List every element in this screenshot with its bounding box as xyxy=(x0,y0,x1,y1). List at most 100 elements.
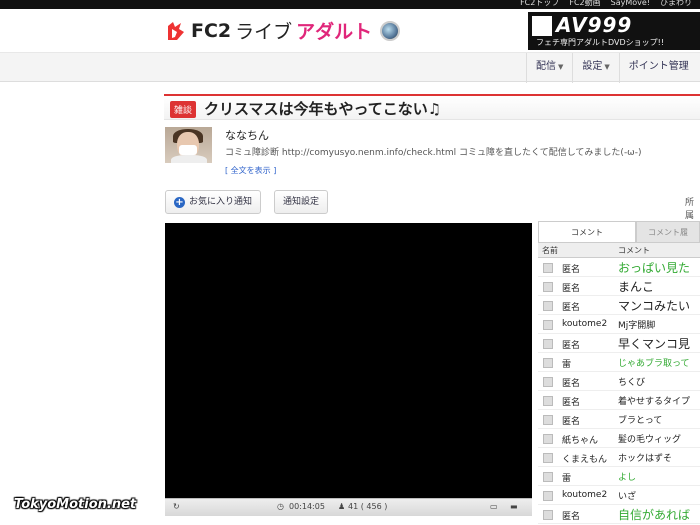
stream-title-bar: 雑談 クリスマスは今年もやってこない♫ xyxy=(164,94,700,120)
top-link-saymove[interactable]: SayMove! xyxy=(611,0,650,9)
favorite-notify-button[interactable]: + お気に入り通知 xyxy=(165,190,262,214)
player-control-bar: ↻ ◷ 00:14:05 ♟ 41 ( 456 ) ▭ ▬ xyxy=(165,498,532,516)
chat-comment: 自信があれば xyxy=(618,508,691,522)
elapsed-time: 00:14:05 xyxy=(289,502,325,511)
broadcaster-name: ななちん xyxy=(225,129,269,142)
reload-icon[interactable]: ↻ xyxy=(173,502,180,511)
user-icon xyxy=(543,396,553,406)
chat-user-name[interactable]: 雷 xyxy=(562,471,571,484)
affiliation-label: 所属 xyxy=(685,198,695,221)
screen-icon[interactable]: ▭ xyxy=(490,502,498,511)
top-link-fc2-douga[interactable]: FC2動画 xyxy=(569,0,600,9)
user-icon xyxy=(543,510,553,520)
broadcaster-description: コミュ障診断 http://comyusyo.nenm.info/check.h… xyxy=(225,148,642,158)
site-logo[interactable]: FC2 ライブ アダルト xyxy=(165,17,401,44)
chevron-down-icon: ▼ xyxy=(558,63,564,71)
chat-row: 雷 じゃあブラ取って xyxy=(538,353,700,372)
chat-row: 雷 よし xyxy=(538,467,700,486)
chat-row: 匿名 着やせするタイプ xyxy=(538,391,700,410)
user-icon xyxy=(543,358,553,368)
category-badge: 雑談 xyxy=(170,101,197,118)
logo-live: ライブ xyxy=(235,21,293,43)
user-icon xyxy=(543,263,553,273)
chat-row: koutome2 いざ xyxy=(538,486,700,505)
user-icon xyxy=(543,434,553,444)
chat-row: くまえもん ホックはずそ xyxy=(538,448,700,467)
nav-point-button[interactable]: ポイント管理 xyxy=(618,53,698,83)
user-icon xyxy=(543,339,553,349)
tab-comment[interactable]: コメント xyxy=(538,221,636,242)
fc2-logo-icon xyxy=(168,21,184,40)
chat-comment: 着やせするタイプ xyxy=(618,397,691,407)
top-links: FC2トップ FC2動画 SayMove! ひまわり xyxy=(520,0,700,9)
chat-comment: ホックはずそ xyxy=(618,454,673,464)
expand-icon[interactable]: ▬ xyxy=(510,502,518,511)
chat-comment: まんこ xyxy=(618,280,655,294)
clock-icon: ◷ xyxy=(277,502,284,511)
user-icon xyxy=(543,453,553,463)
chat-user-name[interactable]: 雷 xyxy=(562,357,571,370)
col-comment: コメント xyxy=(618,246,650,255)
chat-row: 匿名 マンコみたい xyxy=(538,296,700,315)
chat-comment: ブラとって xyxy=(618,416,663,426)
chat-comment: 早くマンコ見 xyxy=(618,337,691,351)
notify-settings-label: 通知設定 xyxy=(283,197,320,207)
chat-user-name[interactable]: 匿名 xyxy=(562,300,580,313)
chat-row: koutome2 Mj字開脚 xyxy=(538,315,700,334)
notify-settings-button[interactable]: 通知設定 xyxy=(274,190,329,214)
chat-row: 匿名 ブラとって xyxy=(538,410,700,429)
chat-comment: じゃあブラ取って xyxy=(618,359,690,369)
user-icon xyxy=(543,472,553,482)
chat-list: 匿名 おっぱい見た 匿名 まんこ 匿名 マンコみたい koutome2 Mj字開脚 匿名 早くマン… xyxy=(538,258,700,524)
chat-row: 紙ちゃん 髪の毛ウィッグ xyxy=(538,429,700,448)
chat-user-name[interactable]: 匿名 xyxy=(562,338,580,351)
user-icon xyxy=(543,415,553,425)
chat-user-name[interactable]: 紙ちゃん xyxy=(562,433,598,446)
user-icon xyxy=(543,320,553,330)
chat-user-name[interactable]: 匿名 xyxy=(562,281,580,294)
chevron-down-icon: ▼ xyxy=(604,63,610,71)
nav-bar: 配信 ▼ 設定 ▼ ポイント管理 xyxy=(0,52,700,83)
chat-user-name[interactable]: 匿名 xyxy=(562,395,580,408)
chat-comment: おっぱい見た xyxy=(618,261,691,275)
ad-title: AV999 xyxy=(556,13,633,37)
tab-comment-history[interactable]: コメント履 xyxy=(636,221,700,242)
nav-settei-menu[interactable]: 設定 ▼ xyxy=(572,53,618,83)
person-icon: ♟ xyxy=(338,502,346,511)
chat-header: 名前 コメント xyxy=(538,242,700,258)
top-link-himawari[interactable]: ひまわり xyxy=(660,0,692,9)
chat-comment: Mj字開脚 xyxy=(618,321,656,331)
chat-row: 匿名 自信があれば xyxy=(538,505,700,524)
webcam-icon xyxy=(380,20,401,41)
chat-comment: よし xyxy=(618,473,637,483)
nav-settei-label: 設定 xyxy=(582,61,603,72)
chat-user-name[interactable]: koutome2 xyxy=(562,490,607,500)
chat-user-name[interactable]: 匿名 xyxy=(562,509,580,522)
chat-user-name[interactable]: 匿名 xyxy=(562,262,580,275)
user-icon xyxy=(543,377,553,387)
chat-comment: 髪の毛ウィッグ xyxy=(618,435,682,445)
logo-adult: アダルト xyxy=(296,21,373,43)
plus-icon: + xyxy=(174,196,185,208)
watermark: TokyoMotion.net xyxy=(14,497,137,512)
chat-user-name[interactable]: 匿名 xyxy=(562,376,580,389)
ad-banner[interactable]: AV999 フェチ専門アダルトDVDショップ!! xyxy=(528,12,700,50)
top-link-fc2-top[interactable]: FC2トップ xyxy=(520,0,559,9)
chat-comment: ちくび xyxy=(618,378,646,388)
user-icon xyxy=(543,301,553,311)
chat-user-name[interactable]: くまえもん xyxy=(562,452,607,465)
chat-user-name[interactable]: koutome2 xyxy=(562,319,607,329)
nav-haishin-menu[interactable]: 配信 ▼ xyxy=(526,53,572,83)
chat-row: 匿名 早くマンコ見 xyxy=(538,334,700,353)
avatar[interactable] xyxy=(165,127,212,163)
chat-row: 匿名 まんこ xyxy=(538,277,700,296)
user-icon xyxy=(543,282,553,292)
ad-subtitle: フェチ専門アダルトDVDショップ!! xyxy=(536,38,665,47)
col-name: 名前 xyxy=(542,246,558,255)
chat-row: 匿名 おっぱい見た xyxy=(538,258,700,277)
show-full-text-link[interactable]: [ 全文を表示 ] xyxy=(225,165,276,176)
chat-user-name[interactable]: 匿名 xyxy=(562,414,580,427)
video-player[interactable] xyxy=(165,223,532,498)
top-bar: FC2トップ FC2動画 SayMove! ひまわり xyxy=(0,0,700,9)
nav-point-label: ポイント管理 xyxy=(628,61,689,72)
